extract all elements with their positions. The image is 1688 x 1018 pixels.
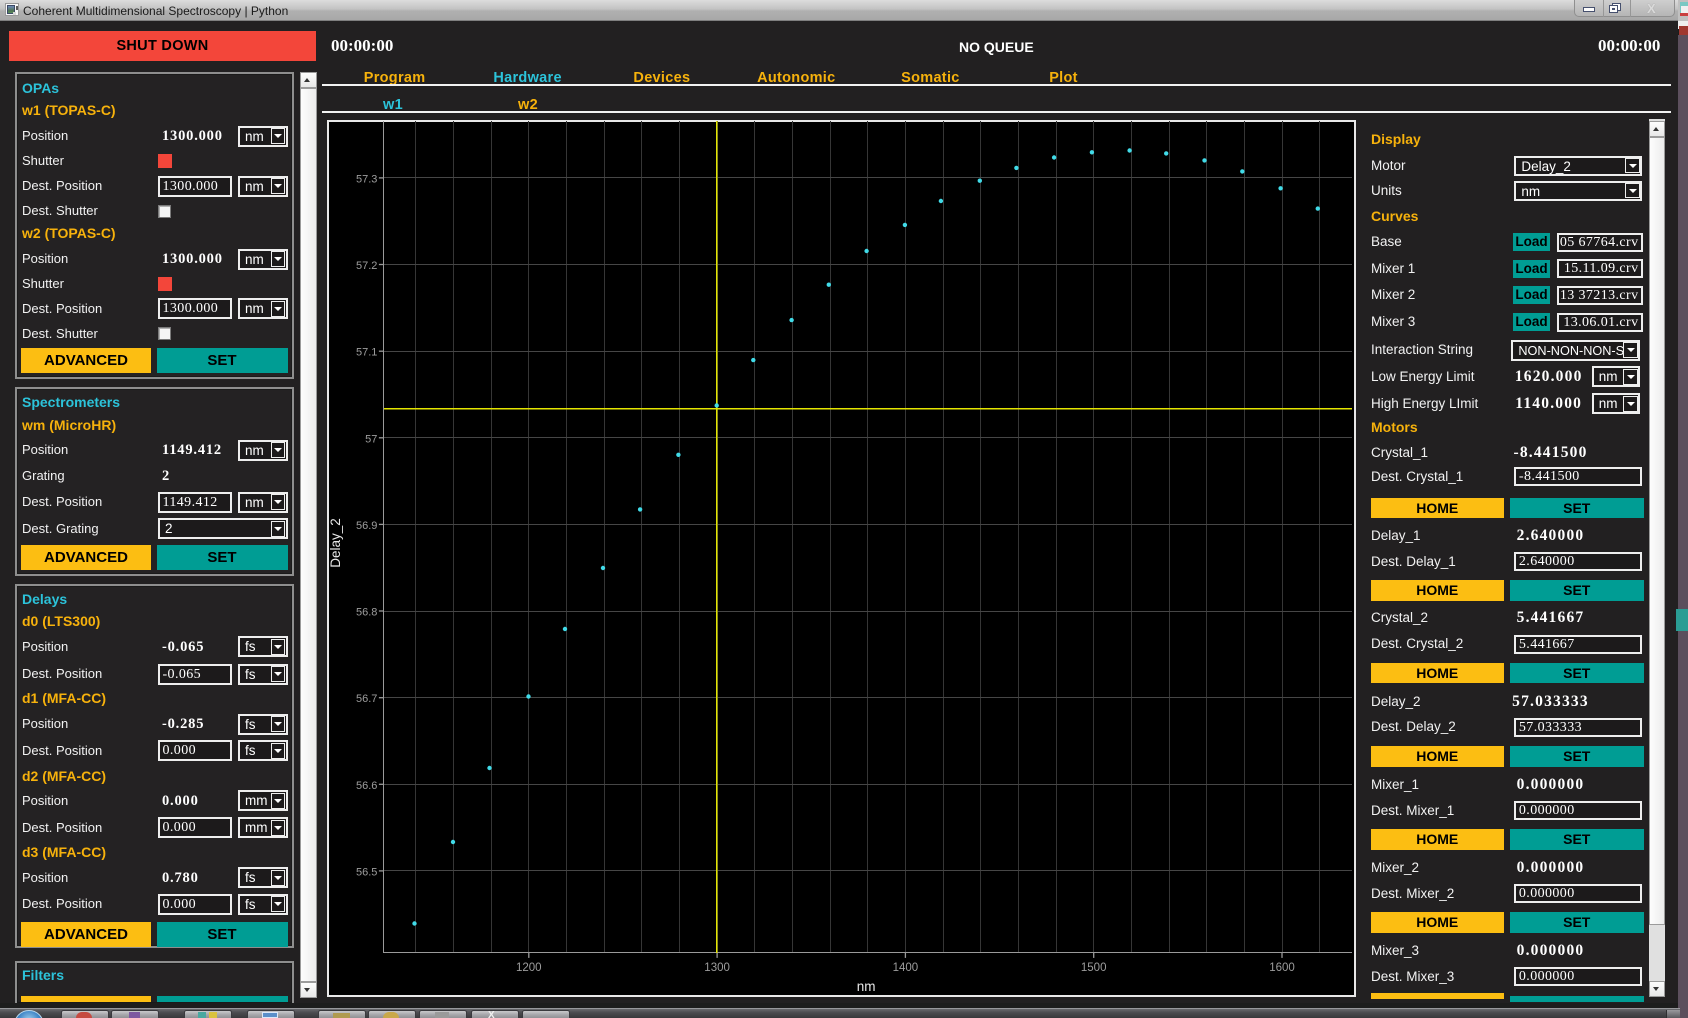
- svg-text:57.1: 57.1: [355, 347, 376, 359]
- svg-text:1200: 1200: [516, 962, 542, 974]
- svg-text:1300: 1300: [704, 962, 730, 974]
- svg-text:56.7: 56.7: [355, 693, 376, 705]
- svg-text:57.3: 57.3: [355, 173, 376, 185]
- svg-text:nm: nm: [856, 979, 875, 994]
- svg-text:1500: 1500: [1080, 962, 1106, 974]
- svg-text:56.8: 56.8: [355, 607, 376, 619]
- svg-text:56.9: 56.9: [355, 520, 376, 532]
- svg-text:1400: 1400: [892, 962, 918, 974]
- svg-text:57: 57: [365, 433, 377, 445]
- svg-text:57.2: 57.2: [355, 260, 376, 272]
- svg-text:Delay_2: Delay_2: [329, 518, 343, 568]
- svg-text:1600: 1600: [1269, 962, 1295, 974]
- svg-text:56.5: 56.5: [355, 866, 376, 878]
- svg-text:56.6: 56.6: [355, 780, 376, 792]
